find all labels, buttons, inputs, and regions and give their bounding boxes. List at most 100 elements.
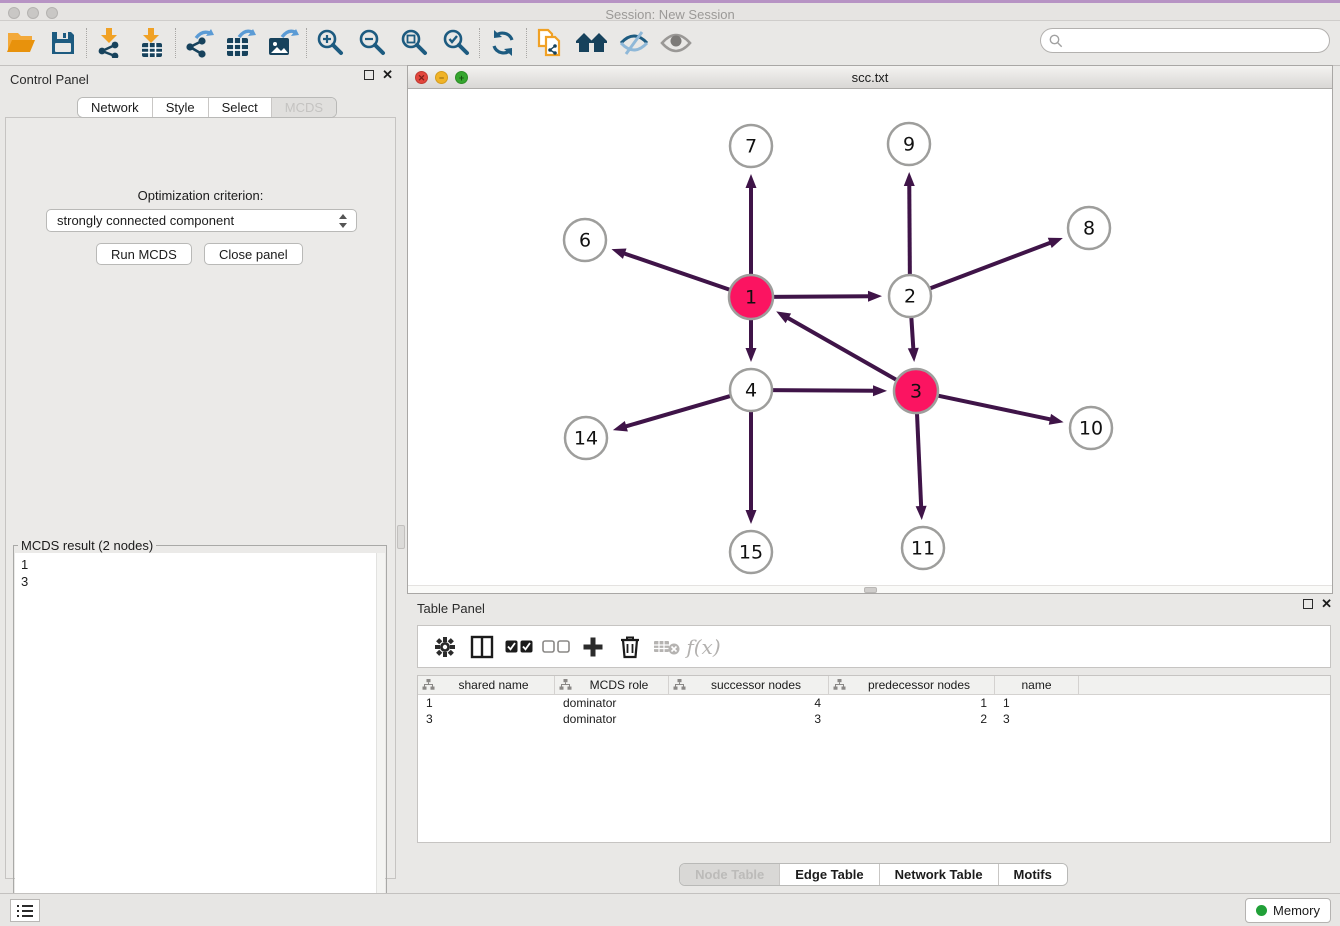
mcds-result-text[interactable]: 13	[15, 553, 378, 922]
graph-edge-arrowhead	[1049, 414, 1064, 425]
graph-edge[interactable]	[624, 395, 732, 427]
table-cell[interactable]: 3	[669, 711, 829, 727]
home-neighbors-icon[interactable]	[571, 24, 613, 62]
split-view-icon[interactable]	[463, 629, 500, 665]
graph-edge[interactable]	[911, 315, 913, 350]
optimization-criterion-label: Optimization criterion:	[6, 188, 395, 203]
tab-style[interactable]: Style	[153, 98, 209, 117]
network-window-titlebar[interactable]: ✕ − + scc.txt	[408, 66, 1332, 89]
search-field[interactable]	[1040, 28, 1330, 53]
run-mcds-button[interactable]: Run MCDS	[96, 243, 192, 265]
main-toolbar	[0, 21, 1340, 66]
column-type-icon	[422, 679, 435, 691]
graph-edge[interactable]	[928, 242, 1052, 289]
graph-edge[interactable]	[770, 296, 870, 297]
graph-edge[interactable]	[787, 317, 900, 381]
result-scrollbar[interactable]	[376, 553, 385, 922]
add-column-icon[interactable]	[574, 629, 611, 665]
graph-edge[interactable]	[917, 410, 921, 508]
close-panel-icon[interactable]: ✕	[382, 70, 393, 80]
network-hscrollbar-handle[interactable]	[864, 587, 877, 593]
refresh-view-icon[interactable]	[482, 24, 524, 62]
optimization-criterion-select[interactable]: strongly connected component	[46, 209, 357, 232]
delete-table-icon[interactable]	[648, 629, 685, 665]
show-all-icon[interactable]	[655, 24, 697, 62]
zoom-selected-icon[interactable]	[435, 24, 477, 62]
graph-edge[interactable]	[935, 395, 1052, 420]
import-table-icon[interactable]	[131, 24, 173, 62]
table-cell[interactable]: 3	[418, 711, 555, 727]
control-panel: Control Panel ✕ Network Style Select MCD…	[0, 66, 401, 886]
tab-network[interactable]: Network	[78, 98, 153, 117]
graph-edge-arrowhead	[746, 348, 757, 362]
graph-node-label: 14	[574, 428, 598, 450]
save-session-icon[interactable]	[42, 24, 84, 62]
graph-edge[interactable]	[770, 390, 875, 391]
table-cell[interactable]: 1	[829, 695, 995, 711]
mcds-panel-body: Optimization criterion: strongly connect…	[5, 117, 396, 879]
network-canvas[interactable]: 7968124314101511	[408, 89, 1332, 586]
tab-mcds[interactable]: MCDS	[272, 98, 336, 117]
graph-node-label: 10	[1079, 418, 1103, 440]
function-builder-icon[interactable]: f(x)	[685, 629, 722, 665]
column-header-successor-nodes[interactable]: successor nodes	[669, 676, 829, 694]
task-history-button[interactable]	[10, 899, 40, 922]
select-all-checkboxes-icon[interactable]	[500, 629, 537, 665]
copy-network-icon[interactable]	[529, 24, 571, 62]
deselect-all-checkboxes-icon[interactable]	[537, 629, 574, 665]
graph-node-label: 1	[745, 287, 757, 309]
export-image-icon[interactable]	[262, 24, 304, 62]
tab-motifs[interactable]: Motifs	[999, 864, 1067, 885]
table-panel: Table Panel ✕	[407, 595, 1340, 890]
table-cell[interactable]: 4	[669, 695, 829, 711]
table-cell[interactable]: 2	[829, 711, 995, 727]
graph-edge[interactable]	[909, 184, 910, 277]
panel-divider-grip[interactable]	[397, 525, 405, 549]
table-row[interactable]: 1dominator411	[418, 695, 1330, 711]
table-cell[interactable]: dominator	[555, 695, 669, 711]
column-header-name[interactable]: name	[995, 676, 1079, 694]
graph-edge[interactable]	[623, 253, 733, 291]
tab-edge-table[interactable]: Edge Table	[780, 864, 879, 885]
export-table-icon[interactable]	[220, 24, 262, 62]
zoom-out-icon[interactable]	[351, 24, 393, 62]
control-panel-title: Control Panel	[0, 72, 89, 87]
toolbar-separator	[526, 28, 527, 58]
float-table-panel-icon[interactable]	[1303, 599, 1313, 609]
graph-edge-arrowhead	[868, 291, 882, 302]
delete-column-icon[interactable]	[611, 629, 648, 665]
graph-edge-arrowhead	[904, 172, 915, 186]
column-type-icon	[559, 679, 572, 691]
column-header-mcds-role[interactable]: MCDS role	[555, 676, 669, 694]
table-cell[interactable]: dominator	[555, 711, 669, 727]
network-hscrollbar[interactable]	[408, 585, 1332, 593]
close-panel-button[interactable]: Close panel	[204, 243, 303, 265]
table-header-row: shared name MCDS role successor nodes pr…	[418, 676, 1330, 695]
table-options-icon[interactable]	[426, 629, 463, 665]
column-header-shared-name[interactable]: shared name	[418, 676, 555, 694]
zoom-in-icon[interactable]	[309, 24, 351, 62]
list-icon	[16, 904, 34, 918]
memory-button[interactable]: Memory	[1245, 898, 1331, 923]
zoom-fit-icon[interactable]	[393, 24, 435, 62]
float-panel-icon[interactable]	[364, 70, 374, 80]
graph-edge-arrowhead	[916, 506, 927, 520]
tab-network-table[interactable]: Network Table	[880, 864, 999, 885]
table-cell[interactable]: 1	[418, 695, 555, 711]
graph-edge-arrowhead	[873, 385, 887, 396]
toolbar-separator	[175, 28, 176, 58]
table-cell[interactable]: 3	[995, 711, 1079, 727]
hide-selected-icon[interactable]	[613, 24, 655, 62]
column-header-predecessor-nodes[interactable]: predecessor nodes	[829, 676, 995, 694]
table-row[interactable]: 3dominator323	[418, 711, 1330, 727]
table-panel-header: Table Panel ✕	[407, 595, 1340, 621]
tab-node-table[interactable]: Node Table	[680, 864, 780, 885]
close-table-panel-icon[interactable]: ✕	[1321, 599, 1332, 609]
mcds-result-line: 3	[21, 573, 378, 590]
tab-select[interactable]: Select	[209, 98, 272, 117]
table-cell[interactable]: 1	[995, 695, 1079, 711]
search-input[interactable]	[1063, 33, 1329, 48]
export-network-icon[interactable]	[178, 24, 220, 62]
open-session-icon[interactable]	[0, 24, 42, 62]
import-network-icon[interactable]	[89, 24, 131, 62]
